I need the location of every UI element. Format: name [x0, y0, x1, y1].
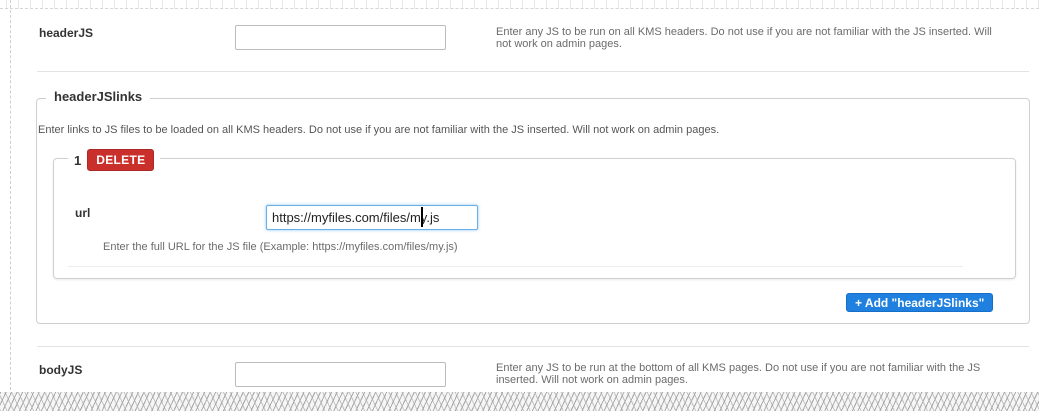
torn-edge-bottom — [0, 392, 1039, 411]
text-cursor-icon — [421, 207, 423, 227]
torn-edge-top — [0, 0, 1039, 9]
separator — [37, 346, 1029, 347]
link-item-number: 1 — [74, 152, 82, 168]
headerjs-input[interactable] — [235, 25, 446, 50]
headerjs-label: headerJS — [39, 26, 94, 40]
item-separator — [68, 266, 963, 267]
add-headerjslinks-button[interactable]: + Add "headerJSlinks" — [846, 293, 994, 312]
url-input[interactable] — [266, 205, 478, 230]
link-item-fieldset — [53, 158, 1016, 279]
headerjslinks-legend: headerJSlinks — [46, 89, 151, 104]
url-help: Enter the full URL for the JS file (Exam… — [103, 241, 458, 253]
headerjslinks-description: Enter links to JS files to be loaded on … — [38, 124, 720, 136]
bodyjs-input[interactable] — [235, 362, 446, 387]
delete-button[interactable]: DELETE — [87, 149, 155, 171]
headerjs-help: Enter any JS to be run on all KMS header… — [496, 26, 992, 50]
link-item-legend: 1 DELETE — [68, 149, 161, 171]
url-label: url — [75, 206, 91, 220]
torn-edge-left — [0, 0, 11, 390]
separator — [37, 71, 1029, 72]
bodyjs-help: Enter any JS to be run at the bottom of … — [496, 362, 981, 386]
bodyjs-label: bodyJS — [39, 363, 83, 377]
